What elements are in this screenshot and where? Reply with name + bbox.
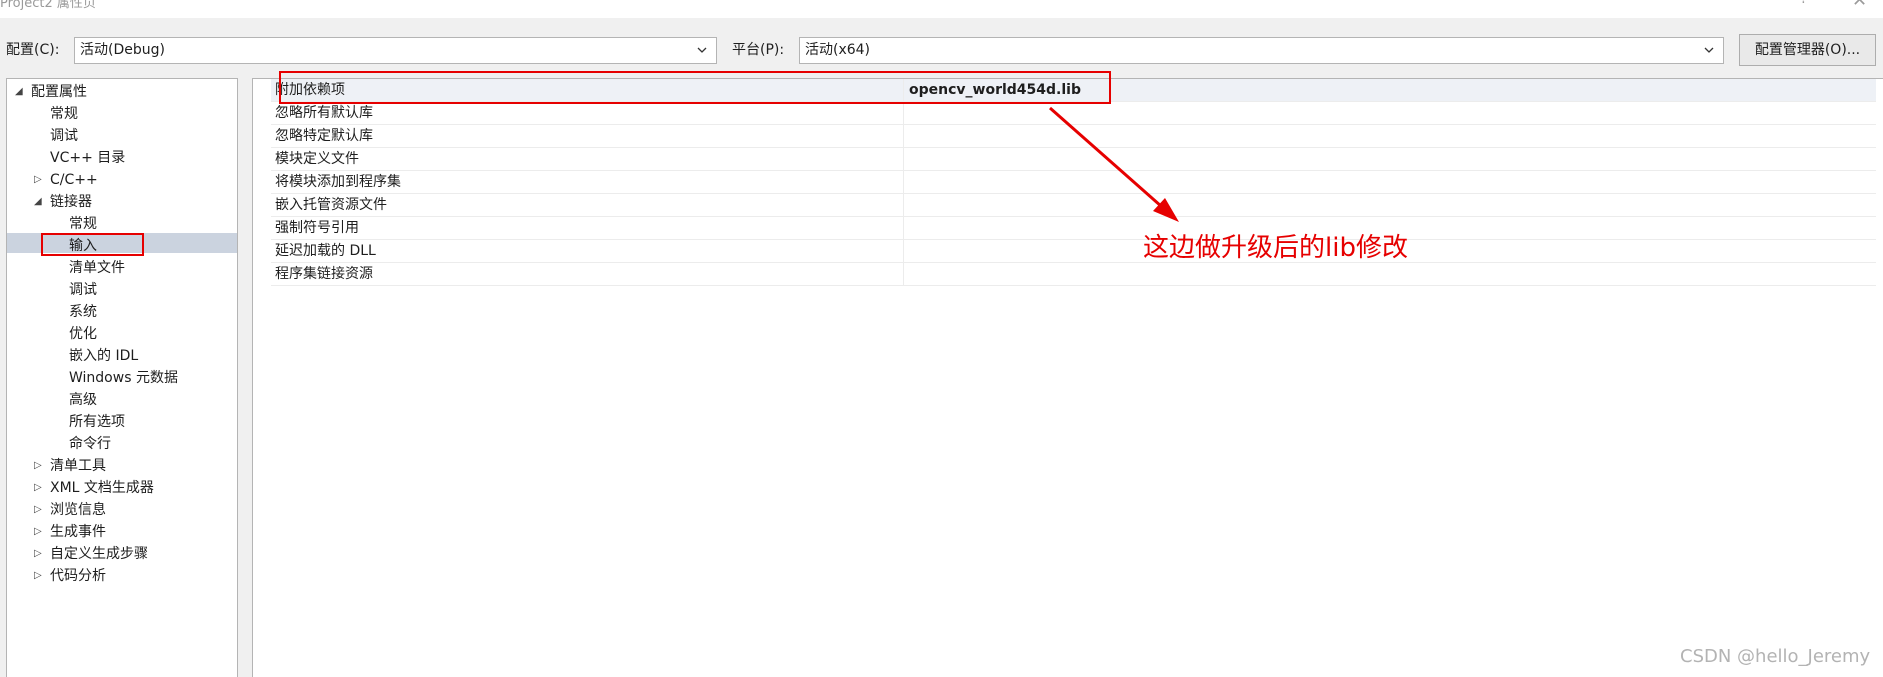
close-button[interactable]: ✕ bbox=[1852, 0, 1867, 11]
title-bar: Project2 属性页 ? ✕ bbox=[0, 0, 1883, 18]
expand-arrow-icon[interactable]: ▷ bbox=[34, 477, 46, 499]
window-title: Project2 属性页 bbox=[0, 0, 96, 11]
annotation-text: 这边做升级后的lib修改 bbox=[1143, 233, 1408, 263]
tree-item-label: 系统 bbox=[69, 304, 97, 320]
tree-item-label: 配置属性 bbox=[31, 84, 87, 100]
tree-item-label: 常规 bbox=[50, 106, 78, 122]
collapse-arrow-icon[interactable]: ◢ bbox=[34, 191, 46, 213]
config-label: 配置(C): bbox=[6, 42, 60, 58]
tree-item-label: 命令行 bbox=[69, 436, 111, 452]
tree-item-label: C/C++ bbox=[50, 172, 98, 188]
tree-item-label: 优化 bbox=[69, 326, 97, 342]
column-divider bbox=[903, 240, 904, 262]
expand-arrow-icon[interactable]: ▷ bbox=[34, 543, 46, 565]
expand-arrow-icon[interactable]: ▷ bbox=[34, 565, 46, 587]
property-name: 忽略特定默认库 bbox=[275, 128, 373, 144]
annotation-arrow-icon bbox=[1049, 106, 1179, 222]
highlight-box-dependencies bbox=[279, 71, 1111, 104]
property-tree[interactable]: ◢ 配置属性 常规 调试 VC++ 目录 ▷ C/C++ ◢ 链接器 常规 输入 清单文件 调试 系统 优化… bbox=[6, 78, 238, 677]
column-divider bbox=[903, 125, 904, 147]
property-row[interactable]: 程序集链接资源 bbox=[271, 263, 1876, 286]
column-divider bbox=[903, 194, 904, 216]
column-divider bbox=[903, 217, 904, 239]
tree-item-label: 调试 bbox=[50, 128, 78, 144]
property-name: 程序集链接资源 bbox=[275, 266, 373, 282]
config-combo-value: 活动(Debug) bbox=[80, 42, 165, 58]
tree-item-label: 清单文件 bbox=[69, 260, 125, 276]
expand-arrow-icon[interactable]: ▷ bbox=[34, 499, 46, 521]
chevron-down-icon bbox=[1704, 47, 1714, 53]
expand-arrow-icon[interactable]: ▷ bbox=[34, 169, 46, 191]
tree-item-label: 代码分析 bbox=[50, 568, 106, 584]
platform-label: 平台(P): bbox=[732, 42, 785, 58]
property-name: 将模块添加到程序集 bbox=[275, 174, 401, 190]
tree-item-label: Windows 元数据 bbox=[69, 370, 178, 386]
highlight-box-input bbox=[41, 233, 144, 256]
watermark: CSDN @hello_Jeremy bbox=[1680, 646, 1871, 667]
column-divider bbox=[903, 148, 904, 170]
config-combo[interactable]: 活动(Debug) bbox=[74, 37, 717, 64]
column-divider bbox=[903, 171, 904, 193]
tree-item-label: 生成事件 bbox=[50, 524, 106, 540]
column-divider bbox=[903, 102, 904, 124]
platform-combo-value: 活动(x64) bbox=[805, 42, 871, 58]
config-manager-button[interactable]: 配置管理器(O)... bbox=[1739, 34, 1876, 66]
tree-item-label: 高级 bbox=[69, 392, 97, 408]
tree-item-label: 所有选项 bbox=[69, 414, 125, 430]
tree-item-label: 浏览信息 bbox=[50, 502, 106, 518]
tree-item-label: 嵌入的 IDL bbox=[69, 348, 139, 364]
tree-item-label: 链接器 bbox=[50, 194, 92, 210]
expand-arrow-icon[interactable]: ▷ bbox=[34, 521, 46, 543]
property-name: 嵌入托管资源文件 bbox=[275, 197, 387, 213]
chevron-down-icon bbox=[697, 47, 707, 53]
tree-item-label: 常规 bbox=[69, 216, 97, 232]
help-button[interactable]: ? bbox=[1800, 0, 1807, 7]
property-name: 模块定义文件 bbox=[275, 151, 359, 167]
tree-item-label: VC++ 目录 bbox=[50, 150, 126, 166]
tree-item-label: XML 文档生成器 bbox=[50, 480, 154, 496]
property-name: 忽略所有默认库 bbox=[275, 105, 373, 121]
expand-arrow-icon[interactable]: ▷ bbox=[34, 455, 46, 477]
platform-combo[interactable]: 活动(x64) bbox=[799, 37, 1724, 64]
tree-item-label: 清单工具 bbox=[50, 458, 106, 474]
tree-item-label: 调试 bbox=[69, 282, 97, 298]
property-name: 强制符号引用 bbox=[275, 220, 359, 236]
property-name: 延迟加载的 DLL bbox=[275, 243, 376, 259]
tree-item-label: 自定义生成步骤 bbox=[50, 546, 148, 562]
collapse-arrow-icon[interactable]: ◢ bbox=[15, 81, 27, 103]
property-row[interactable]: 延迟加载的 DLL bbox=[271, 240, 1876, 263]
column-divider bbox=[903, 263, 904, 285]
